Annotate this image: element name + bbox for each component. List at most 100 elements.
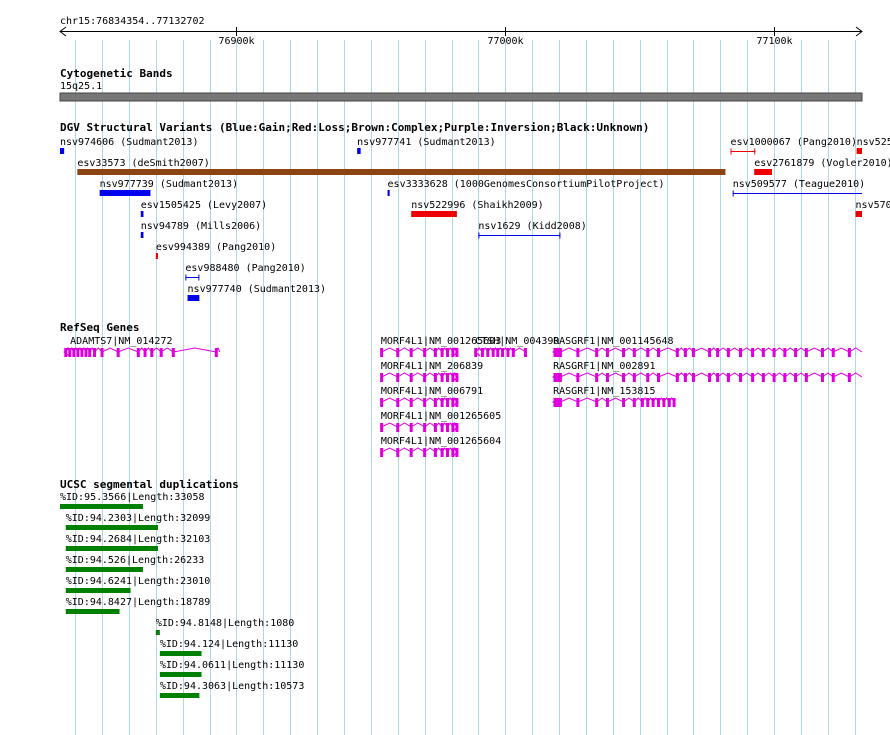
dgv-feature[interactable]: nsv977740 (Sudmant2013) <box>187 284 326 301</box>
refseq-gene[interactable]: MORF4L1|NM_206839 <box>380 361 483 382</box>
segdup-feature[interactable]: %ID:95.3566|Length:33058 <box>60 492 205 509</box>
refseq-intron <box>381 397 398 403</box>
refseq-intron <box>607 397 624 403</box>
segdup-feature-bar <box>155 630 160 635</box>
dgv-feature[interactable]: nsv977741 (Sudmant2013) <box>357 137 496 154</box>
refseq-exon <box>691 348 695 357</box>
refseq-exon <box>651 398 655 407</box>
dgv-feature[interactable]: nsv1629 (Kidd2008) <box>478 221 587 239</box>
segdup-feature[interactable]: %ID:94.2684|Length:32103 <box>65 534 211 551</box>
refseq-gene[interactable]: MORF4L1|NM_001265604 <box>380 436 501 457</box>
refseq-exon <box>480 348 484 357</box>
segdup-feature[interactable]: %ID:94.8427|Length:18789 <box>65 597 211 614</box>
refseq-exon <box>445 373 449 382</box>
segdup-feature[interactable]: %ID:94.0611|Length:11130 <box>159 660 305 677</box>
refseq-gene[interactable]: ADAMTS7|NM_014272 <box>63 336 221 357</box>
refseq-exon <box>794 373 798 382</box>
dgv-feature[interactable]: esv33573 (deSmith2007) <box>77 158 726 175</box>
segdup-feature-bar <box>159 693 200 698</box>
refseq-exon <box>708 373 712 382</box>
refseq-intron <box>795 372 807 378</box>
dgv-feature[interactable]: nsv94789 (Mills2006) <box>140 221 261 238</box>
refseq-exon <box>396 348 400 357</box>
dgv-feature[interactable]: esv1505425 (Levy2007) <box>140 200 267 217</box>
refseq-track[interactable]: RefSeq Genes ADAMTS7|NM_014272 MORF4L1|NM… <box>60 321 863 457</box>
segdup-feature[interactable]: %ID:94.2303|Length:32099 <box>65 513 211 530</box>
refseq-exon <box>646 348 650 357</box>
refseq-exon <box>847 348 851 357</box>
segdup-track[interactable]: UCSC segmental duplications %ID:95.3566|… <box>60 478 304 698</box>
refseq-intron <box>833 347 850 353</box>
refseq-intron <box>623 372 635 378</box>
cytoband-label: 15q25.1 <box>60 81 102 92</box>
refseq-gene-label: MORF4L1|NM_206839 <box>381 361 483 372</box>
refseq-exon <box>716 373 720 382</box>
segdup-feature[interactable]: %ID:94.6241|Length:23010 <box>65 576 211 593</box>
dgv-track-title: DGV Structural Variants (Blue:Gain;Red:L… <box>60 121 649 134</box>
refseq-gene[interactable]: RASGRF1|NM_153815 <box>552 386 676 407</box>
segdup-feature[interactable]: %ID:94.124|Length:11130 <box>159 639 298 656</box>
cytoband-bar[interactable] <box>59 92 863 102</box>
location-label: chr15:76834354..77132702 <box>60 16 205 27</box>
refseq-intron <box>740 347 753 353</box>
cytoband-track[interactable]: Cytogenetic Bands 15q25.1 <box>59 67 863 102</box>
refseq-exon <box>672 398 676 407</box>
dgv-feature-label: nsv522996 (Shaikh2009) <box>411 200 543 211</box>
ruler-tick-label: 76900k <box>218 36 254 47</box>
refseq-intron <box>717 372 729 378</box>
refseq-exon <box>445 448 449 457</box>
refseq-exon <box>595 348 599 357</box>
dgv-feature[interactable]: nsv525 <box>856 137 890 154</box>
refseq-intron <box>833 372 850 378</box>
refseq-intron <box>740 372 753 378</box>
refseq-intron <box>763 347 775 353</box>
refseq-gene-label: RASGRF1|NM_153815 <box>553 386 655 397</box>
dgv-feature-box <box>155 253 158 259</box>
segdup-feature-label: %ID:94.8148|Length:1080 <box>156 618 294 629</box>
segdup-feature-label: %ID:94.6241|Length:23010 <box>66 576 211 587</box>
refseq-exon <box>433 398 437 407</box>
segdup-feature-label: %ID:95.3566|Length:33058 <box>60 492 205 503</box>
refseq-exon <box>80 348 84 357</box>
refseq-exon <box>396 448 400 457</box>
dgv-feature[interactable]: nsv509577 (Teague2010) <box>732 179 865 197</box>
segdup-feature[interactable]: %ID:94.8148|Length:1080 <box>155 618 294 635</box>
refseq-exon <box>88 348 92 357</box>
refseq-gene[interactable]: MORF4L1|NM_006791 <box>380 386 483 407</box>
refseq-exon <box>150 348 154 357</box>
refseq-intron <box>381 372 398 378</box>
refseq-exon <box>423 348 427 357</box>
refseq-track-title: RefSeq Genes <box>60 321 139 334</box>
dgv-feature[interactable]: nsv977739 (Sudmant2013) <box>99 179 238 196</box>
dgv-feature[interactable]: esv994389 (Pang2010) <box>155 242 276 259</box>
refseq-exon <box>831 373 835 382</box>
dgv-feature[interactable]: esv3333628 (1000GenomesConsortiumPilotPr… <box>387 179 665 196</box>
refseq-intron <box>623 347 635 353</box>
refseq-intron <box>560 347 579 353</box>
refseq-gene-label: MORF4L1|NM_006791 <box>381 386 483 397</box>
dgv-feature[interactable]: esv1000067 (Pang2010) <box>730 137 857 155</box>
dgv-feature[interactable]: nsv570 <box>855 200 890 217</box>
refseq-exon <box>772 373 776 382</box>
dgv-track[interactable]: DGV Structural Variants (Blue:Gain;Red:L… <box>60 121 890 301</box>
refseq-gene[interactable]: CTSH|NM_004390 <box>474 336 559 357</box>
segdup-feature[interactable]: %ID:94.3063|Length:10573 <box>159 681 305 698</box>
refseq-intron <box>424 347 436 353</box>
refseq-exon <box>646 373 650 382</box>
refseq-intron <box>806 347 823 353</box>
refseq-intron <box>410 447 425 453</box>
dgv-feature-box <box>856 148 862 154</box>
refseq-gene[interactable]: RASGRF1|NM_001145648 <box>552 336 863 357</box>
dgv-feature[interactable]: nsv522996 (Shaikh2009) <box>411 200 544 217</box>
refseq-gene-label: CTSH|NM_004390 <box>475 336 559 347</box>
refseq-gene[interactable]: RASGRF1|NM_002891 <box>552 361 863 382</box>
refseq-exon <box>657 398 661 407</box>
refseq-exon <box>433 423 437 432</box>
refseq-exon <box>440 448 444 457</box>
dgv-feature[interactable]: esv988480 (Pang2010) <box>185 263 306 281</box>
refseq-intron <box>763 372 775 378</box>
refseq-gene[interactable]: MORF4L1|NM_001265605 <box>380 411 501 432</box>
refseq-intron <box>596 397 608 403</box>
refseq-exon <box>595 373 599 382</box>
refseq-exon <box>76 348 80 357</box>
